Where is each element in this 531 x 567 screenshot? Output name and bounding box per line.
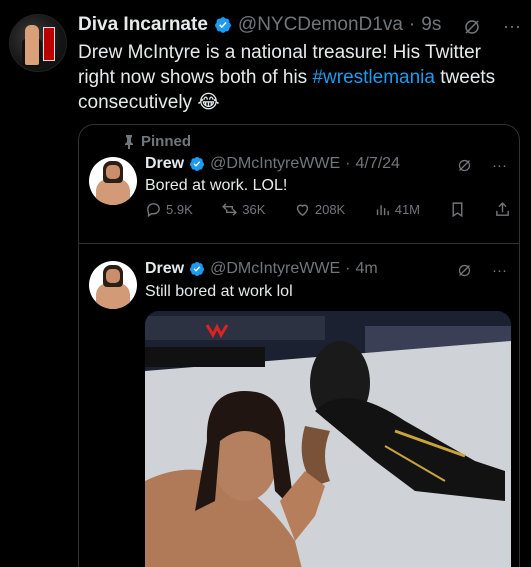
tweet1-actions: 5.9K 36K 208K 41M <box>145 201 511 218</box>
more-icon[interactable]: ··· <box>503 16 521 37</box>
grok-icon[interactable] <box>457 158 472 173</box>
tweet1-author-name[interactable]: Drew <box>145 155 184 173</box>
post-header: Diva Incarnate @NYCDemonD1va · 9s <box>78 14 441 36</box>
wrestling-ring-photo <box>145 311 511 567</box>
verified-badge-icon <box>215 17 231 33</box>
tweet-divider <box>79 243 519 244</box>
views-icon <box>376 205 389 216</box>
tweet1-text: Bored at work. LOL! <box>145 177 288 194</box>
repost-count: 36K <box>242 202 266 217</box>
repost-button[interactable]: 36K <box>221 201 265 218</box>
post-time[interactable]: 9s <box>421 14 441 36</box>
repost-icon <box>222 203 238 216</box>
grok-icon[interactable] <box>463 18 481 36</box>
like-icon <box>296 204 309 217</box>
bookmark-icon <box>452 202 462 218</box>
post-text: Drew McIntyre is a national treasure! Hi… <box>78 40 518 115</box>
separator-dot: · <box>408 14 416 35</box>
tweet1-header: Drew @DMcIntyreWWE · 4/7/24 <box>145 155 400 173</box>
post-header-actions: ··· <box>463 16 521 37</box>
quoted-thread[interactable]: Pinned Drew @DMcIntyreWWE · 4/7/24 ··· B… <box>78 124 520 567</box>
more-icon[interactable]: ··· <box>492 262 507 279</box>
tweet2-author-name[interactable]: Drew <box>145 260 184 278</box>
tweet1-date[interactable]: 4/7/24 <box>355 155 399 173</box>
tweet2-header: Drew @DMcIntyreWWE · 4m <box>145 260 378 278</box>
tweet2-text: Still bored at work lol <box>145 283 293 300</box>
bookmark-button[interactable] <box>449 201 466 218</box>
views-button[interactable]: 41M <box>374 201 420 218</box>
like-button[interactable]: 208K <box>294 201 345 218</box>
author-handle[interactable]: @NYCDemonD1va <box>238 14 403 36</box>
separator-dot: · <box>345 155 351 172</box>
hashtag-link[interactable]: #wrestlemania <box>312 67 435 88</box>
pinned-text: Pinned <box>141 133 192 150</box>
reply-icon <box>147 203 160 218</box>
share-button[interactable] <box>494 201 511 218</box>
tweet2-header-actions: ··· <box>457 262 507 279</box>
tweet1-handle[interactable]: @DMcIntyreWWE <box>210 155 340 173</box>
more-icon[interactable]: ··· <box>492 157 507 174</box>
reply-button[interactable]: 5.9K <box>145 201 193 218</box>
author-name[interactable]: Diva Incarnate <box>78 14 208 36</box>
reply-count: 5.9K <box>166 202 193 217</box>
tweet2-handle[interactable]: @DMcIntyreWWE <box>210 260 340 278</box>
share-icon <box>496 202 509 216</box>
tweet1-header-actions: ··· <box>457 157 507 174</box>
pinned-label: Pinned <box>123 133 191 150</box>
verified-badge-icon <box>190 157 205 171</box>
pin-icon <box>125 134 133 149</box>
tweet2-photo[interactable] <box>145 311 511 567</box>
like-count: 208K <box>314 202 346 217</box>
drew-avatar[interactable] <box>89 157 137 205</box>
author-avatar[interactable] <box>9 14 67 72</box>
grok-icon[interactable] <box>457 263 472 278</box>
tweet2-time[interactable]: 4m <box>355 260 377 278</box>
views-count: 41M <box>394 202 421 217</box>
separator-dot: · <box>345 260 351 277</box>
post[interactable]: Diva Incarnate @NYCDemonD1va · 9s ··· Dr… <box>0 0 531 567</box>
drew-avatar[interactable] <box>89 261 137 309</box>
verified-badge-icon <box>190 262 205 276</box>
